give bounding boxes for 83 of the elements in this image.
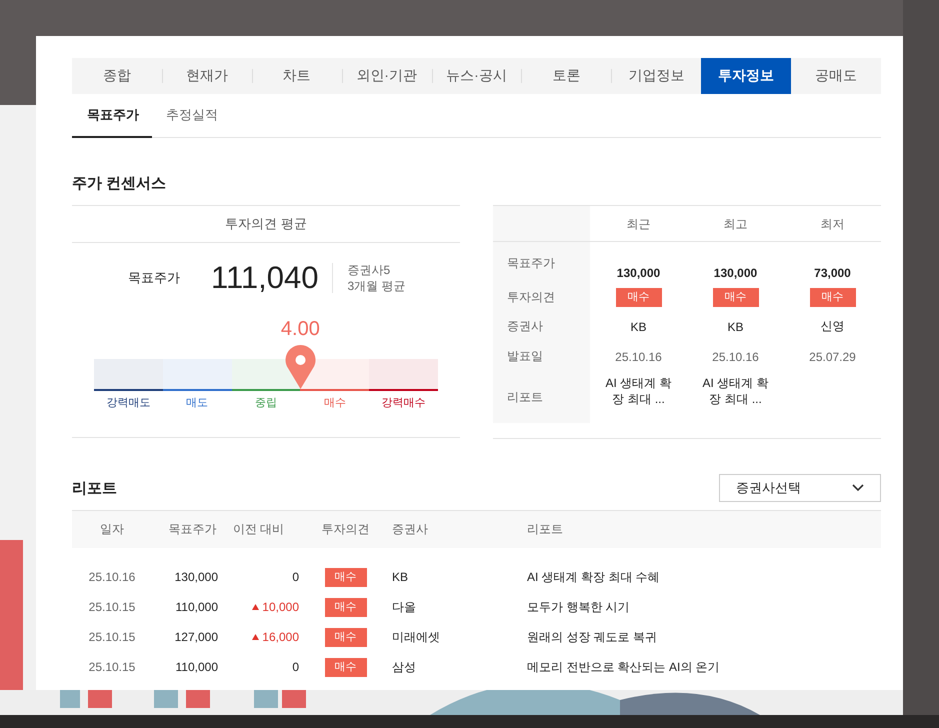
opinion-badge: 매수 xyxy=(324,628,366,646)
price-cell-text: 127,000 xyxy=(174,630,218,644)
period-label: 3개월 평균 xyxy=(347,278,406,294)
date-cell-text: 25.10.15 xyxy=(88,660,136,674)
report-link[interactable]: AI 생태계 확장 최대 ... xyxy=(698,371,774,407)
report-link[interactable]: AI 생태계 확장 최대 수혜 xyxy=(527,568,881,586)
opinion-badge: 매수 xyxy=(712,288,758,307)
gauge-segment xyxy=(94,359,163,389)
report-link[interactable]: 메모리 전반으로 확산되는 AI의 온기 xyxy=(527,658,881,676)
column-header: 증권사 xyxy=(392,521,429,538)
report-link[interactable]: 모두가 행복한 시기 xyxy=(527,598,881,616)
opinion-badge: 매수 xyxy=(324,568,366,586)
sub-tab[interactable]: 추정실적 xyxy=(152,94,232,138)
tab[interactable]: 기업정보 xyxy=(611,58,702,94)
tab[interactable]: 토론 xyxy=(521,58,612,94)
change-cell: 16,000 xyxy=(218,630,299,644)
report-link[interactable]: 원래의 성장 궤도로 복귀 xyxy=(527,628,881,646)
change-cell: 10,000 xyxy=(218,600,299,614)
gauge-label: 강력매도 xyxy=(105,396,152,410)
column-header: 목표주가 xyxy=(168,521,218,538)
date-cell-text: 25.10.15 xyxy=(88,630,136,644)
target-price-label: 목표주가 xyxy=(128,269,181,287)
table-cell: 130,000 xyxy=(714,266,758,280)
table-cell: 73,000 xyxy=(814,266,851,280)
gauge-label: 중립 xyxy=(254,396,278,410)
gauge-label: 강력매수 xyxy=(380,396,427,410)
sub-tab[interactable]: 목표주가 xyxy=(72,94,152,138)
opinion-badge: 매수 xyxy=(616,288,662,307)
firm-cell-text: 다올 xyxy=(392,598,417,616)
target-price-value: 111,040 xyxy=(211,263,334,293)
gauge-label: 매도 xyxy=(185,396,210,410)
column-header: 이전 대비 xyxy=(232,521,286,538)
row-label: 발표일 xyxy=(493,342,590,371)
table-cell: 130,000 xyxy=(616,266,660,280)
tab[interactable]: 외인·기관 xyxy=(342,58,432,94)
gauge-segment xyxy=(162,359,232,389)
section-title: 주가 컨센서스 xyxy=(72,174,168,193)
row-label: 리포트 xyxy=(493,371,590,423)
table-cell: 25.10.16 xyxy=(615,350,662,364)
table-cell: 25.07.29 xyxy=(809,350,856,364)
change-cell-text: 0 xyxy=(291,570,299,584)
row-label: 증권사 xyxy=(493,311,590,342)
section-title: 리포트 xyxy=(72,478,117,498)
opinion-badge: 매수 xyxy=(810,288,856,307)
tab[interactable]: 차트 xyxy=(252,58,342,94)
gauge-segment xyxy=(369,359,438,389)
date-cell-text: 25.10.15 xyxy=(88,600,136,614)
firm-cell-text: 삼성 xyxy=(392,658,417,676)
opinion-badge: 매수 xyxy=(324,598,366,616)
firm-count: 증권사5 xyxy=(347,262,392,278)
up-triangle-icon xyxy=(252,634,260,640)
price-cell-text: 110,000 xyxy=(174,600,218,614)
table-cell: KB xyxy=(630,320,646,334)
price-cell-text: 130,000 xyxy=(174,570,218,584)
tab[interactable]: 공매도 xyxy=(791,58,882,94)
change-cell-text: 0 xyxy=(291,660,299,674)
gauge-label: 매수 xyxy=(322,396,347,410)
firm-cell-text: 미래에셋 xyxy=(392,628,441,646)
row-label: 투자의견 xyxy=(493,284,590,311)
opinion-badge: 매수 xyxy=(324,658,366,676)
row-label: 목표주가 xyxy=(493,242,590,284)
table-cell: 25.10.16 xyxy=(712,350,759,364)
tab[interactable]: 종합 xyxy=(72,58,162,94)
column-header: 최근 xyxy=(590,206,687,242)
column-header: 최저 xyxy=(784,206,881,242)
chevron-down-icon xyxy=(852,484,864,492)
tab[interactable]: 투자정보 xyxy=(701,58,792,94)
report-link[interactable]: AI 생태계 확장 최대 ... xyxy=(600,371,676,407)
broker-dropdown[interactable]: 증권사선택 xyxy=(719,474,881,502)
tab[interactable]: 현재가 xyxy=(162,58,252,94)
column-header: 최고 xyxy=(687,206,784,242)
date-cell-text: 25.10.16 xyxy=(88,570,136,584)
column-header: 투자의견 xyxy=(320,521,370,538)
firm-cell-text: KB xyxy=(392,570,410,584)
table-cell: KB xyxy=(727,320,744,334)
table-cell: 신영 xyxy=(820,318,844,335)
tab[interactable]: 뉴스·공시 xyxy=(432,58,522,94)
up-triangle-icon xyxy=(252,604,260,610)
score-value: 4.00 xyxy=(280,318,320,341)
price-cell-text: 110,000 xyxy=(174,660,218,674)
column-header: 리포트 xyxy=(527,521,564,538)
column-header: 투자의견 평균 xyxy=(72,206,460,243)
column-header: 일자 xyxy=(99,521,125,538)
